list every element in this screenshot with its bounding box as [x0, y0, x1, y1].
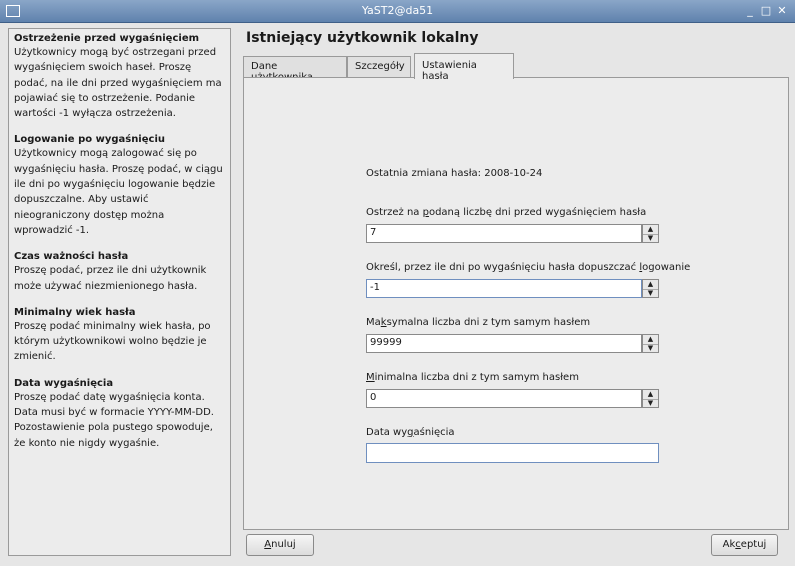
- warn-days-label: Ostrzeż na podaną liczbę dni przed wygaś…: [366, 207, 647, 218]
- minimize-icon[interactable]: _: [743, 4, 757, 18]
- help-text: Użytkownicy mogą być ostrzegani przed wy…: [14, 47, 222, 120]
- inactive-days-label: Określ, przez ile dni po wygaśnięciu has…: [366, 262, 691, 273]
- maximize-icon[interactable]: □: [759, 4, 773, 18]
- help-text: Proszę podać datę wygaśnięcia konta. Dat…: [14, 391, 214, 449]
- max-days-label: Maksymalna liczba dni z tym samym hasłem: [366, 317, 591, 328]
- help-heading: Ostrzeżenie przed wygaśnięciem: [14, 33, 200, 44]
- help-text: Proszę podać, przez ile dni użytkownik m…: [14, 265, 207, 292]
- warn-days-spinner[interactable]: ▲ ▼: [642, 224, 659, 243]
- close-icon[interactable]: ✕: [775, 4, 789, 18]
- last-change-label: Ostatnia zmiana hasła: 2008-10-24: [366, 168, 543, 179]
- window-title: YaST2@da51: [361, 4, 434, 17]
- help-heading: Logowanie po wygaśnięciu: [14, 134, 165, 146]
- warn-days-input[interactable]: 7: [366, 224, 642, 243]
- max-days-spinner[interactable]: ▲ ▼: [642, 334, 659, 353]
- help-section-warning: Ostrzeżenie przed wygaśnięciem Użytkowni…: [14, 32, 225, 121]
- help-section-max: Czas ważności hasła Proszę podać, przez …: [14, 250, 225, 294]
- expire-date-input[interactable]: [366, 443, 659, 463]
- spin-down-icon[interactable]: ▼: [643, 234, 658, 243]
- help-section-inactive: Logowanie po wygaśnięciu Użytkownicy mog…: [14, 133, 225, 238]
- page-title: Istniejący użytkownik lokalny: [246, 30, 479, 46]
- spin-down-icon[interactable]: ▼: [643, 289, 658, 298]
- help-section-expire: Data wygaśnięcia Proszę podać datę wygaś…: [14, 377, 225, 451]
- tab-password-settings[interactable]: Ustawienia hasła: [414, 53, 514, 82]
- window-titlebar: YaST2@da51 _ □ ✕: [0, 0, 795, 23]
- tab-user-data[interactable]: Dane użytkownika: [243, 56, 347, 83]
- inactive-days-input[interactable]: -1: [366, 279, 642, 298]
- min-days-input[interactable]: 0: [366, 389, 642, 408]
- help-text: Proszę podać minimalny wiek hasła, po kt…: [14, 320, 211, 363]
- help-section-min: Minimalny wiek hasła Proszę podać minima…: [14, 306, 225, 365]
- tab-details[interactable]: Szczegóły: [347, 56, 411, 78]
- help-heading: Czas ważności hasła: [14, 251, 129, 263]
- min-days-label: Minimalna liczba dni z tym samym hasłem: [366, 372, 579, 383]
- accept-button[interactable]: Akceptuj: [711, 534, 778, 556]
- spin-down-icon[interactable]: ▼: [643, 399, 658, 408]
- help-panel: Ostrzeżenie przed wygaśnięciem Użytkowni…: [8, 28, 231, 556]
- min-days-spinner[interactable]: ▲ ▼: [642, 389, 659, 408]
- help-heading: Minimalny wiek hasła: [14, 306, 136, 318]
- spin-down-icon[interactable]: ▼: [643, 344, 658, 353]
- help-heading: Data wygaśnięcia: [14, 377, 114, 389]
- expire-date-label: Data wygaśnięcia: [366, 427, 455, 438]
- max-days-input[interactable]: 99999: [366, 334, 642, 353]
- cancel-button[interactable]: Anuluj: [246, 534, 314, 556]
- help-text: Użytkownicy mogą zalogować się po wygaśn…: [14, 148, 223, 236]
- inactive-days-spinner[interactable]: ▲ ▼: [642, 279, 659, 298]
